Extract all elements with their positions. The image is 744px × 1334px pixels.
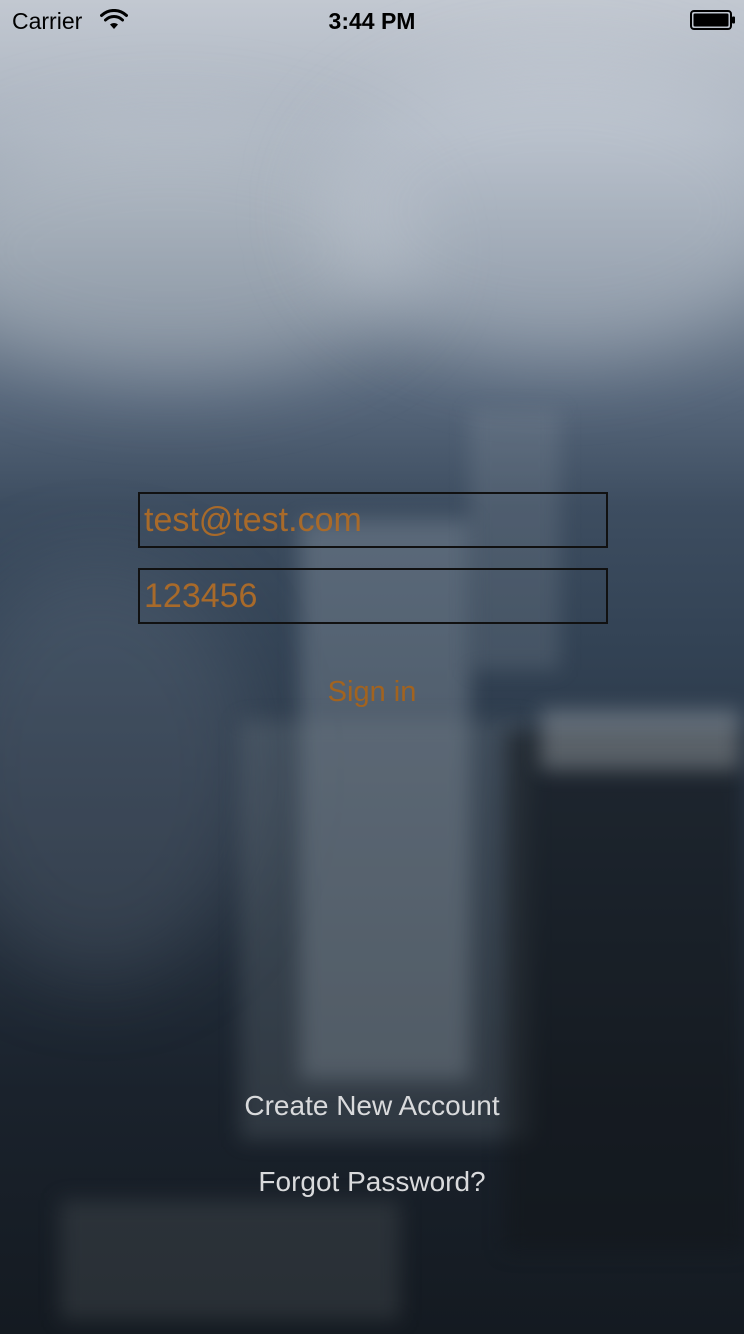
email-field[interactable]: test@test.com	[138, 492, 608, 548]
background-image	[0, 0, 744, 1334]
login-screen: Carrier 3:44 PM test@test.com 123456 Sig…	[0, 0, 744, 1334]
password-field[interactable]: 123456	[138, 568, 608, 624]
create-account-button[interactable]: Create New Account	[0, 1090, 744, 1122]
status-time: 3:44 PM	[328, 8, 416, 34]
status-bar: Carrier 3:44 PM	[0, 0, 744, 40]
email-value: test@test.com	[144, 500, 362, 539]
password-value: 123456	[144, 576, 258, 615]
sign-in-button[interactable]: Sign in	[0, 676, 744, 709]
battery-icon	[690, 10, 735, 30]
forgot-password-button[interactable]: Forgot Password?	[0, 1166, 744, 1198]
